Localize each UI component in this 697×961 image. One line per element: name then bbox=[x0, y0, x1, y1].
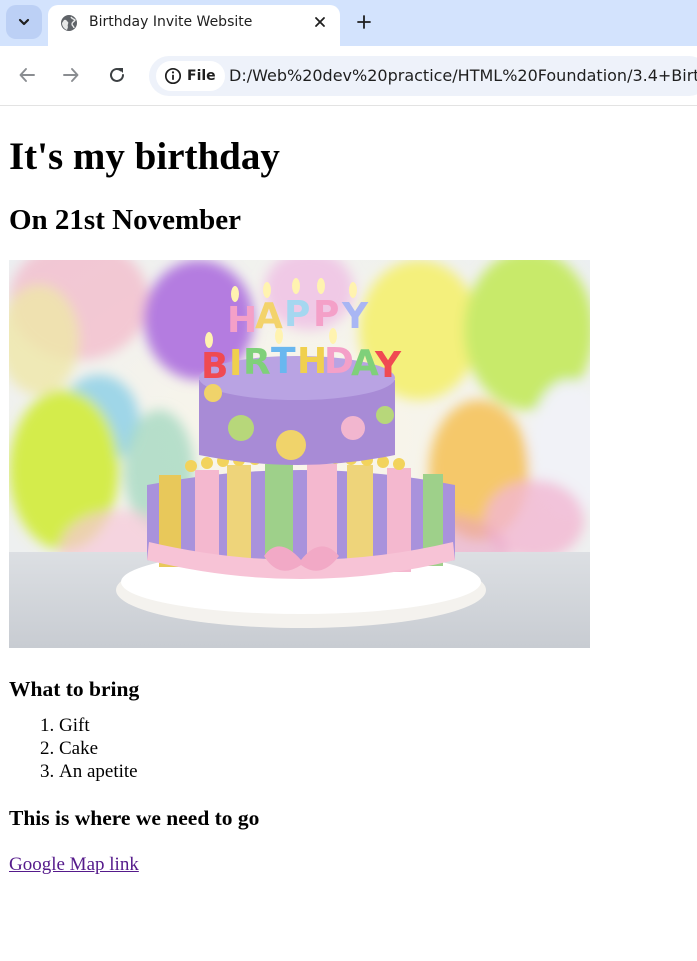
page-title: It's my birthday bbox=[9, 135, 280, 178]
bring-list: Gift Cake An apetite bbox=[9, 714, 689, 783]
list-item: Gift bbox=[59, 714, 689, 737]
svg-text:Y: Y bbox=[374, 345, 402, 386]
tab-close-button[interactable] bbox=[310, 12, 330, 32]
location-heading: This is where we need to go bbox=[9, 806, 260, 830]
svg-text:I: I bbox=[229, 343, 242, 384]
back-button[interactable] bbox=[16, 64, 38, 86]
close-icon bbox=[315, 17, 325, 27]
globe-icon bbox=[61, 15, 77, 31]
list-item: Cake bbox=[59, 737, 689, 760]
list-item: An apetite bbox=[59, 760, 689, 783]
plus-icon bbox=[357, 15, 371, 29]
svg-text:R: R bbox=[243, 342, 271, 383]
what-to-bring-heading: What to bring bbox=[9, 677, 140, 701]
tab-strip: Birthday Invite Website bbox=[0, 0, 697, 46]
active-tab[interactable]: Birthday Invite Website bbox=[48, 5, 340, 46]
svg-text:P: P bbox=[284, 294, 310, 335]
birthday-cake-image: H A P P Y B I R T H D A Y bbox=[9, 260, 590, 648]
svg-text:B: B bbox=[201, 346, 228, 387]
site-chip-label: File bbox=[187, 68, 216, 84]
google-map-link[interactable]: Google Map link bbox=[9, 854, 139, 876]
reload-icon bbox=[110, 67, 124, 82]
chevron-down-icon bbox=[18, 18, 30, 26]
browser-toolbar: File D:/Web%20dev%20practice/HTML%20Foun… bbox=[0, 46, 697, 106]
info-icon bbox=[164, 67, 182, 85]
svg-text:H: H bbox=[227, 300, 257, 341]
svg-text:H: H bbox=[297, 341, 327, 382]
new-tab-button[interactable] bbox=[352, 10, 376, 34]
svg-text:P: P bbox=[313, 294, 339, 335]
url-text[interactable]: D:/Web%20dev%20practice/HTML%20Foundatio… bbox=[229, 66, 697, 85]
site-info-chip[interactable]: File bbox=[156, 61, 225, 91]
page-content: It's my birthday On 21st November H A P … bbox=[9, 106, 689, 876]
address-bar[interactable]: File D:/Web%20dev%20practice/HTML%20Foun… bbox=[149, 56, 697, 96]
date-heading: On 21st November bbox=[9, 204, 241, 236]
arrow-right-icon bbox=[63, 68, 79, 82]
reload-button[interactable] bbox=[106, 64, 128, 86]
tab-search-button[interactable] bbox=[6, 5, 42, 39]
svg-text:Y: Y bbox=[341, 296, 369, 337]
svg-text:T: T bbox=[271, 341, 296, 382]
svg-text:D: D bbox=[324, 341, 354, 382]
forward-button[interactable] bbox=[60, 64, 82, 86]
arrow-left-icon bbox=[19, 68, 35, 82]
tab-title: Birthday Invite Website bbox=[89, 14, 253, 30]
